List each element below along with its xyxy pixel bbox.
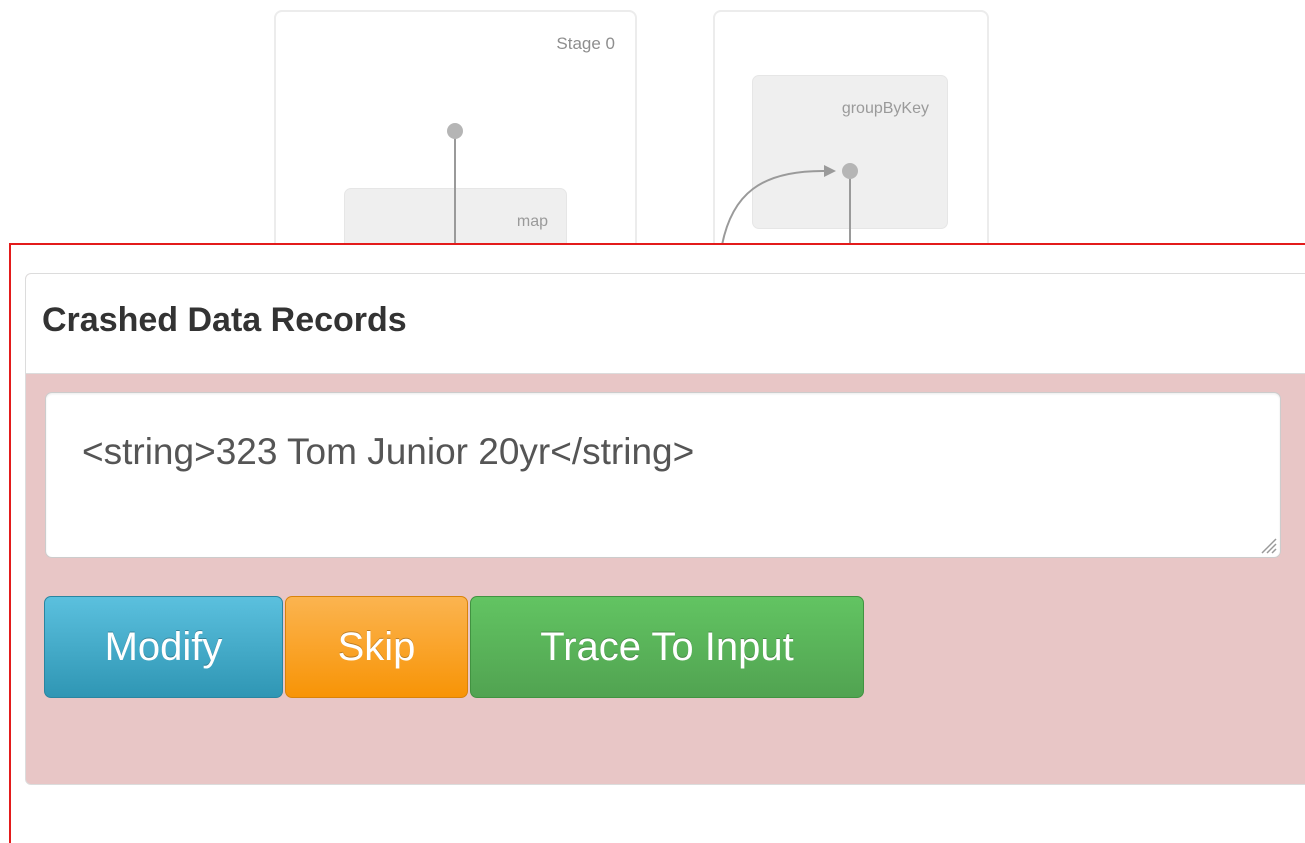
skip-button[interactable]: Skip [285,596,468,698]
trace-to-input-button[interactable]: Trace To Input [470,596,864,698]
modify-button[interactable]: Modify [44,596,283,698]
dag-edges [447,123,858,245]
record-value: <string>323 Tom Junior 20yr</string> [82,431,695,472]
resize-grip-icon[interactable] [1256,533,1278,555]
panel-title: Crashed Data Records [42,301,407,339]
record-textarea[interactable]: <string>323 Tom Junior 20yr</string> [45,392,1281,558]
groupbykey-operator[interactable]: groupByKey [752,75,948,229]
groupbykey-operator-label: groupByKey [841,100,929,117]
dag-visualization: Stage 0 map groupByKey [0,0,1305,245]
crashed-records-panel: Crashed Data Records <string>323 Tom Jun… [25,273,1305,785]
panel-header: Crashed Data Records [26,274,1305,374]
map-operator[interactable]: map [344,188,567,245]
map-operator-label: map [516,213,548,230]
stage-0-title: Stage 0 [556,34,615,53]
